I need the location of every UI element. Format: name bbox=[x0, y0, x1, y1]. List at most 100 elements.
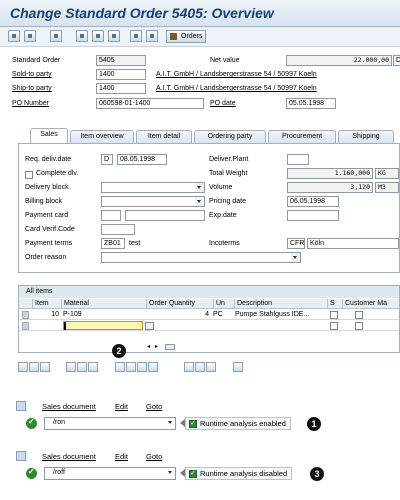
table-row[interactable] bbox=[19, 321, 399, 331]
partner-icon[interactable] bbox=[108, 30, 120, 42]
sort-descending-icon[interactable] bbox=[126, 362, 136, 372]
billing-block-label: Billing block bbox=[25, 198, 62, 205]
column-header-customer-material[interactable]: Customer Ma bbox=[342, 299, 400, 309]
order-reason-select[interactable] bbox=[101, 252, 301, 263]
chevron-down-icon[interactable] bbox=[168, 471, 172, 474]
incoterms-place-field[interactable]: Köln bbox=[307, 238, 399, 249]
payment-terms-label: Payment terms bbox=[25, 240, 73, 247]
other-order-icon[interactable] bbox=[24, 30, 36, 42]
req-deliv-date-field[interactable]: 08.05.1998 bbox=[117, 154, 167, 165]
incoterms-field[interactable]: CFR bbox=[287, 238, 305, 249]
delivery-block-select[interactable] bbox=[101, 182, 205, 193]
cell-s-checkbox[interactable] bbox=[330, 311, 338, 319]
tab-ordering-party[interactable]: Ordering party bbox=[194, 130, 266, 143]
standard-order-field[interactable]: 5405 bbox=[96, 55, 146, 66]
delete-item-icon[interactable] bbox=[66, 362, 76, 372]
tab-procurement[interactable]: Procurement bbox=[268, 130, 336, 143]
sold-to-field[interactable]: 1400 bbox=[96, 69, 146, 80]
enter-check-icon[interactable] bbox=[26, 467, 37, 479]
sort-ascending-icon[interactable] bbox=[115, 362, 125, 372]
cell-material[interactable]: P-109 bbox=[63, 310, 145, 320]
menu-goto[interactable]: Goto bbox=[146, 402, 162, 411]
tab-shipping[interactable]: Shipping bbox=[338, 130, 394, 143]
material-input-active[interactable] bbox=[63, 321, 143, 330]
cell-customer-checkbox[interactable] bbox=[355, 322, 363, 330]
menu-sales-document[interactable]: Sales document bbox=[42, 402, 96, 411]
enter-check-icon[interactable] bbox=[26, 417, 37, 429]
exp-date-field[interactable] bbox=[287, 210, 339, 221]
insert-item-icon[interactable] bbox=[77, 362, 87, 372]
scroll-thumb[interactable] bbox=[165, 344, 175, 350]
payment-terms-field[interactable]: ZB01 bbox=[101, 238, 125, 249]
column-header-material[interactable]: Material bbox=[61, 299, 145, 309]
chevron-down-icon[interactable] bbox=[195, 197, 204, 206]
menu-edit[interactable]: Edit bbox=[115, 452, 128, 461]
config-icon[interactable] bbox=[184, 362, 194, 372]
display-change-icon[interactable] bbox=[8, 30, 20, 42]
deselect-all-icon[interactable] bbox=[40, 362, 50, 372]
cell-quantity[interactable]: 4 bbox=[147, 310, 209, 320]
header-icon[interactable] bbox=[50, 30, 62, 42]
orders-button[interactable]: Orders bbox=[166, 30, 207, 43]
ship-to-label[interactable]: Ship-to party bbox=[12, 85, 52, 92]
sales-tab-panel: Req. deliv.date D 08.05.1998 Deliver.Pla… bbox=[18, 143, 400, 273]
column-header-unit[interactable]: Un bbox=[213, 299, 233, 309]
tab-item-detail[interactable]: Item detail bbox=[136, 130, 192, 143]
cell-s-checkbox[interactable] bbox=[330, 322, 338, 330]
command-field[interactable]: /roff bbox=[44, 467, 176, 480]
callout-badge-3: 3 bbox=[310, 467, 324, 481]
chevron-down-icon[interactable] bbox=[291, 253, 300, 262]
chevron-down-icon[interactable] bbox=[195, 183, 204, 192]
cell-customer-checkbox[interactable] bbox=[355, 311, 363, 319]
pricing-icon[interactable] bbox=[92, 30, 104, 42]
menu-edit[interactable]: Edit bbox=[115, 402, 128, 411]
deliver-plant-field[interactable] bbox=[287, 154, 309, 165]
currency-field: D bbox=[393, 55, 400, 66]
select-all-icon[interactable] bbox=[29, 362, 39, 372]
texts-icon[interactable] bbox=[130, 30, 142, 42]
billing-block-select[interactable] bbox=[101, 196, 205, 207]
po-number-field[interactable]: 060598-01-1400 bbox=[96, 98, 204, 109]
complete-dlv-label: Complete dlv. bbox=[36, 170, 79, 177]
copy-item-icon[interactable] bbox=[88, 362, 98, 372]
runtime-status: Runtime analysis disabled bbox=[185, 467, 293, 480]
req-deliv-date-label: Req. deliv.date bbox=[25, 156, 72, 163]
tab-sales[interactable]: Sales bbox=[30, 128, 68, 143]
chevron-down-icon[interactable] bbox=[168, 421, 172, 424]
ship-to-field[interactable]: 1400 bbox=[96, 83, 146, 94]
row-selector[interactable] bbox=[22, 322, 29, 330]
req-deliv-date-unit[interactable]: D bbox=[101, 154, 113, 165]
complete-dlv-checkbox[interactable] bbox=[25, 171, 33, 179]
payment-card-number-field[interactable] bbox=[125, 210, 205, 221]
filter-icon[interactable] bbox=[148, 362, 158, 372]
tab-item-overview[interactable]: Item overview bbox=[70, 130, 134, 143]
menu-goto[interactable]: Goto bbox=[146, 452, 162, 461]
row-selector[interactable] bbox=[22, 311, 29, 319]
layout-icon[interactable] bbox=[206, 362, 216, 372]
system-menu-icon[interactable] bbox=[16, 451, 26, 461]
search-help-icon[interactable] bbox=[145, 322, 154, 330]
scroll-right-icon[interactable]: ▸ bbox=[155, 343, 158, 350]
column-header-description[interactable]: Description bbox=[234, 299, 326, 309]
card-verif-field[interactable] bbox=[101, 224, 135, 235]
table-settings-icon[interactable] bbox=[233, 362, 243, 372]
column-header-item[interactable]: Item bbox=[32, 299, 60, 309]
sold-to-label[interactable]: Sold-to party bbox=[12, 71, 52, 78]
horizontal-scrollbar[interactable]: ◂ ▸ bbox=[147, 343, 187, 351]
column-header-quantity[interactable]: Order Quantity bbox=[146, 299, 212, 309]
command-field[interactable]: /ron bbox=[44, 417, 176, 430]
configure-variant-icon[interactable] bbox=[195, 362, 205, 372]
po-date-field[interactable]: 05.05.1998 bbox=[286, 98, 336, 109]
payment-card-type-field[interactable] bbox=[101, 210, 121, 221]
table-row[interactable]: 10 P-109 4 PC Pumpe Stahlguss IDE... bbox=[19, 310, 399, 320]
item-details-icon[interactable] bbox=[76, 30, 88, 42]
item-detail-icon[interactable] bbox=[18, 362, 28, 372]
status-icon[interactable] bbox=[146, 30, 158, 42]
find-icon[interactable] bbox=[137, 362, 147, 372]
scroll-left-icon[interactable]: ◂ bbox=[147, 343, 150, 350]
column-header-s[interactable]: S bbox=[327, 299, 341, 309]
pricing-date-field[interactable]: 06.05.1998 bbox=[287, 196, 339, 207]
system-menu-icon[interactable] bbox=[16, 401, 26, 411]
menu-sales-document[interactable]: Sales document bbox=[42, 452, 96, 461]
incoterms-label: Incoterms bbox=[209, 240, 240, 247]
